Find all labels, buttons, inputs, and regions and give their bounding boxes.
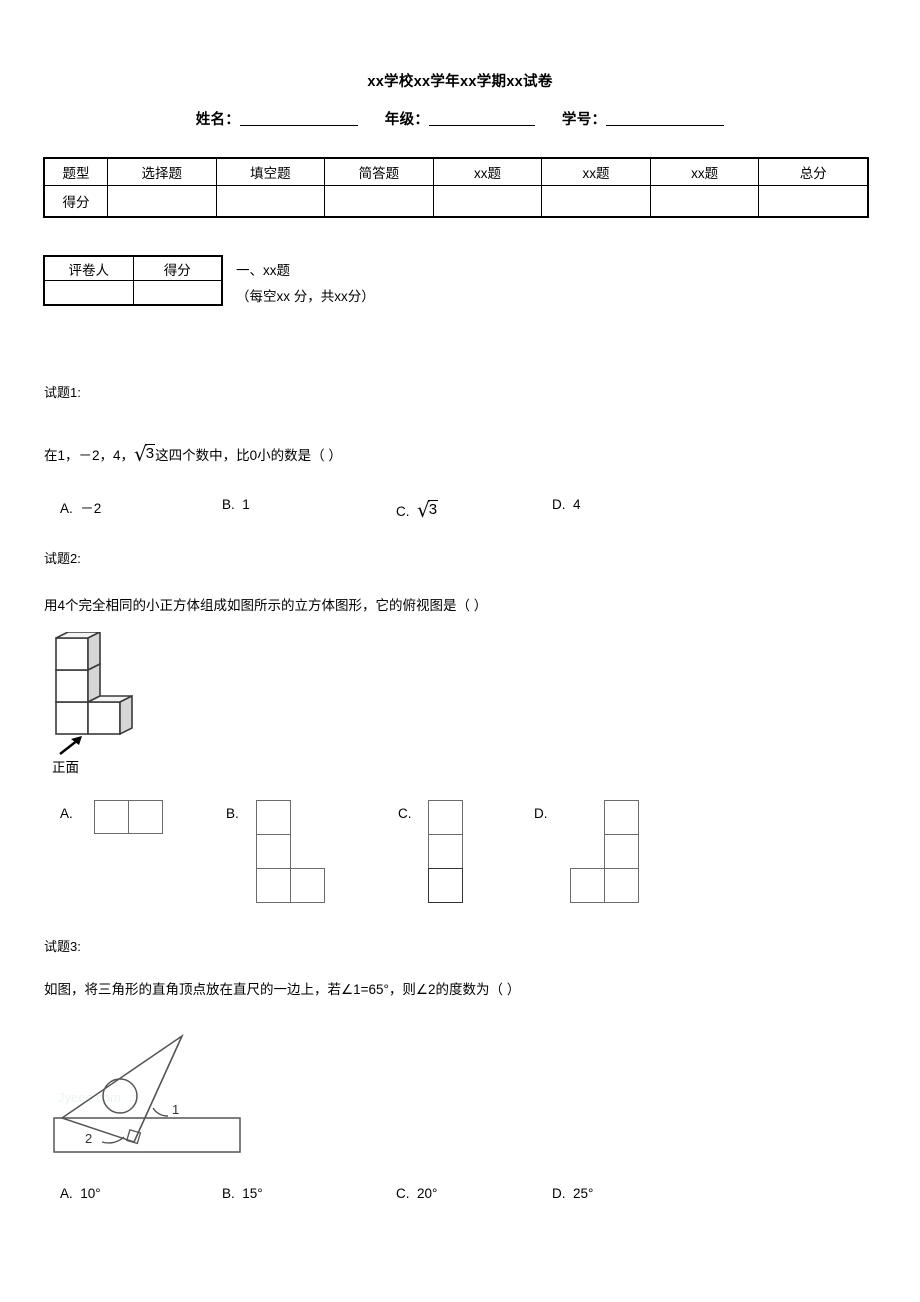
sqrt-three-inline: √3 — [134, 442, 156, 466]
score-cell-6[interactable] — [649, 185, 760, 217]
score-table-row-label: 得分 — [44, 185, 108, 217]
cube-stack-figure: .cf { fill:#ffffff; stroke:#3a3a3a; stro… — [55, 632, 133, 736]
score-table-header-1: 选择题 — [107, 158, 217, 186]
front-direction-arrow-icon — [59, 736, 82, 755]
sqrt-three-option: √3 — [417, 498, 439, 522]
question-1-option-d[interactable]: D. 4 — [552, 497, 581, 512]
triangle-on-ruler-figure: Jyeoo.com 1 2 — [53, 1033, 241, 1153]
student-id-line: 姓名： 年级： 学号： — [0, 108, 920, 129]
question-2-text: 用4个完全相同的小正方体组成如图所示的立方体图形，它的俯视图是（ ） — [44, 598, 488, 613]
table-row — [44, 280, 222, 305]
question-1-label: 试题1: — [44, 385, 81, 400]
score-cell-3[interactable] — [324, 185, 434, 217]
question-1-option-c[interactable]: C. √3 — [396, 497, 439, 522]
option-d-value: 25° — [573, 1186, 594, 1201]
grade-field-blank[interactable] — [429, 111, 536, 126]
sqrt-three-radicand: 3 — [144, 444, 156, 462]
grader-score-cell[interactable] — [132, 280, 222, 305]
score-table-header-2: 填空题 — [215, 158, 326, 186]
front-view-label: 正面 — [52, 760, 79, 775]
question-2-option-b-key[interactable]: B. — [226, 806, 239, 821]
section-title: 一、xx题 — [236, 263, 290, 278]
grader-name-cell[interactable] — [44, 280, 134, 305]
table-row: 评卷人 得分 — [44, 256, 222, 281]
student-number-label: 学号： — [561, 112, 607, 128]
name-field-label: 姓名： — [195, 112, 241, 128]
table-row-scores: 得分 — [44, 185, 868, 217]
table-row-headers: 题型 选择题 填空题 简答题 xx题 xx题 xx题 总分 — [44, 158, 868, 186]
score-table-header-5: xx题 — [541, 158, 651, 186]
exam-page: xx学校xx学年xx学期xx试卷 姓名： 年级： 学号： 题型 选择题 填空题 … — [0, 0, 920, 1302]
question-1-text: 在1，－2，4，√3这四个数中，比0小的数是（ ） — [44, 441, 342, 466]
student-number-blank[interactable] — [606, 111, 725, 126]
question-2-option-c-key[interactable]: C. — [398, 806, 412, 821]
question-3-option-a[interactable]: A. 10° — [60, 1186, 101, 1201]
name-field[interactable]: 姓名： — [195, 111, 359, 128]
score-cell-4[interactable] — [432, 185, 543, 217]
option-d-value: 4 — [573, 497, 581, 512]
score-summary-table: 题型 选择题 填空题 简答题 xx题 xx题 xx题 总分 得分 — [43, 157, 869, 218]
section-subtitle: （每空xx 分，共xx分） — [236, 289, 375, 304]
option-b-value: 15° — [242, 1186, 263, 1201]
question-1-text-before: 在1，－2，4， — [44, 448, 135, 463]
option-d-key: D. — [552, 497, 566, 512]
question-3-option-d[interactable]: D. 25° — [552, 1186, 593, 1201]
question-2-option-b-figure[interactable] — [256, 800, 326, 903]
score-cell-1[interactable] — [107, 185, 217, 217]
question-3-text: 如图，将三角形的直角顶点放在直尺的一边上，若∠1=65°，则∠2的度数为（ ） — [44, 982, 521, 997]
name-field-blank[interactable] — [240, 111, 359, 126]
page-title: xx学校xx学年xx学期xx试卷 — [367, 74, 553, 90]
question-2-option-d-figure[interactable] — [570, 800, 640, 903]
score-table-header-0: 题型 — [44, 158, 108, 186]
question-1-option-b[interactable]: B. 1 — [222, 497, 250, 512]
angle-1-label: 1 — [172, 1102, 179, 1117]
option-a-value: 10° — [80, 1186, 101, 1201]
question-1-option-a[interactable]: A. －2 — [60, 497, 101, 517]
question-1-text-after: 这四个数中，比0小的数是（ ） — [155, 448, 342, 463]
score-table-header-3: 简答题 — [324, 158, 434, 186]
option-c-key: C. — [396, 504, 410, 519]
section-heading: 一、xx题 （每空xx 分，共xx分） — [236, 258, 375, 310]
score-cell-2[interactable] — [215, 185, 326, 217]
question-3-option-c[interactable]: C. 20° — [396, 1186, 437, 1201]
question-3-label: 试题3: — [44, 939, 81, 954]
option-c-key: C. — [396, 1186, 410, 1201]
option-c-value: 20° — [417, 1186, 438, 1201]
grader-table-header-0: 评卷人 — [44, 256, 134, 281]
grade-field-label: 年级： — [384, 112, 430, 128]
score-cell-7[interactable] — [758, 185, 868, 217]
question-2-label: 试题2: — [44, 551, 81, 566]
score-table-header-4: xx题 — [432, 158, 543, 186]
score-cell-5[interactable] — [541, 185, 651, 217]
option-a-value: －2 — [80, 501, 102, 516]
question-2-option-c-figure[interactable] — [428, 800, 464, 903]
score-table-header-6: xx题 — [649, 158, 760, 186]
question-2-option-a-key[interactable]: A. — [60, 806, 73, 821]
option-b-key: B. — [222, 1186, 235, 1201]
grader-table-header-1: 得分 — [132, 256, 222, 281]
grader-table: 评卷人 得分 — [43, 255, 223, 306]
question-2-option-d-key[interactable]: D. — [534, 806, 548, 821]
question-2-option-a-figure[interactable] — [94, 800, 164, 834]
grade-field[interactable]: 年级： — [384, 111, 536, 128]
question-3-option-b[interactable]: B. 15° — [222, 1186, 263, 1201]
option-b-key: B. — [222, 497, 235, 512]
option-b-value: 1 — [242, 497, 250, 512]
option-a-key: A. — [60, 501, 73, 516]
student-number-field[interactable]: 学号： — [561, 111, 725, 128]
angle-2-label: 2 — [85, 1131, 92, 1146]
option-d-key: D. — [552, 1186, 566, 1201]
figure-watermark: Jyeoo.com — [58, 1090, 121, 1105]
score-table-header-7: 总分 — [758, 158, 868, 186]
option-a-key: A. — [60, 1186, 73, 1201]
